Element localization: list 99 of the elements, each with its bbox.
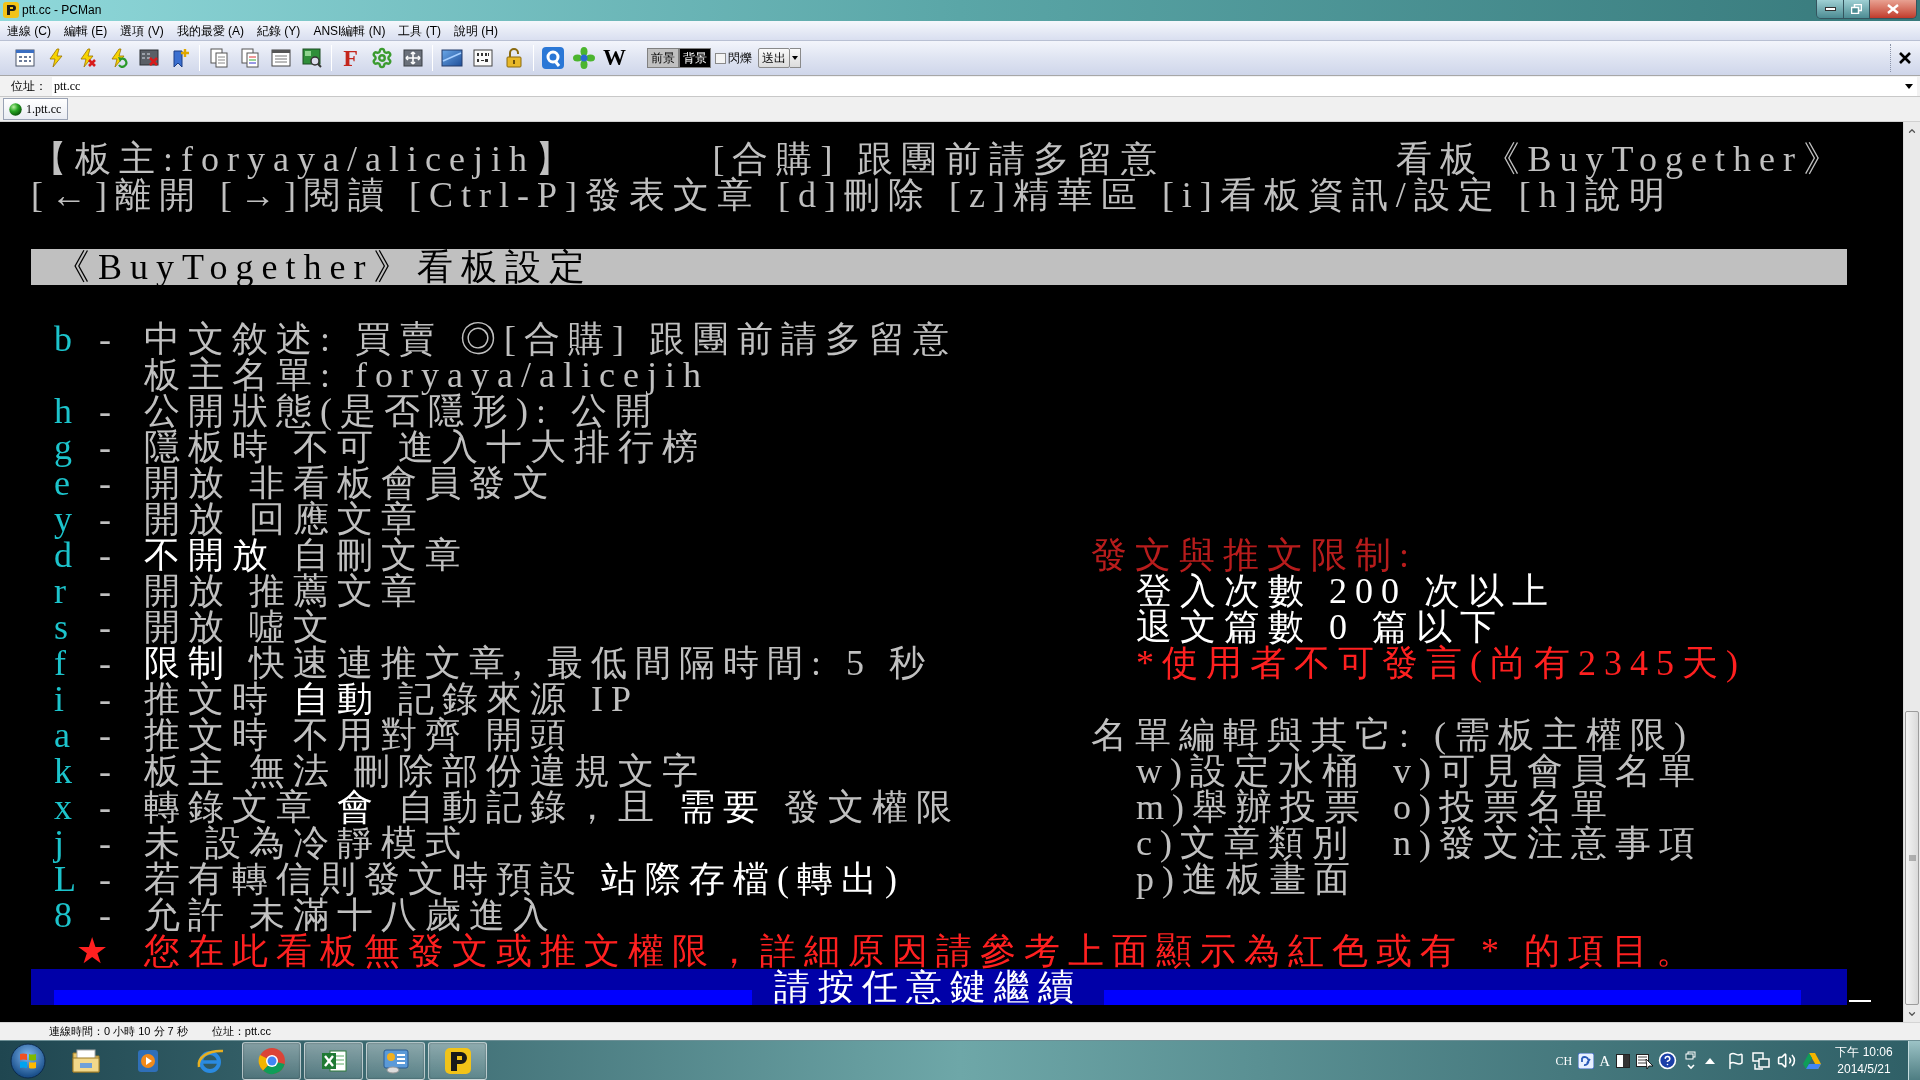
font-button[interactable]: F	[339, 46, 362, 70]
grip-icon	[1908, 855, 1916, 861]
option-text: 開放 推薦文章	[144, 573, 425, 609]
option-text: 未 設為冷靜模式	[144, 825, 469, 861]
blink-label: 閃爍	[728, 51, 752, 65]
speaker-icon[interactable]	[1777, 1051, 1796, 1070]
status-address: 位址：ptt.cc	[211, 1025, 272, 1038]
caret-icon	[792, 56, 798, 60]
option-text: 中文敘述: 買賣 ◎[合購] 跟團前請多留意	[144, 321, 957, 357]
swirl-icon[interactable]	[1578, 1052, 1595, 1069]
option-text: 開放 回應文章	[144, 501, 425, 537]
paste-icon[interactable]	[239, 48, 260, 68]
clock-time[interactable]: 下午 10:06	[1835, 1043, 1893, 1061]
clock-date[interactable]: 2014/5/21	[1837, 1060, 1891, 1078]
window-title: ptt.cc - PCMan	[22, 3, 102, 17]
send-button[interactable]: 送出	[758, 48, 790, 68]
menu-item[interactable]: 連線 (C)	[1, 22, 57, 39]
address-field[interactable]: ptt.cc	[52, 76, 1917, 96]
show-desktop-button[interactable]	[1908, 1041, 1920, 1080]
app-logo-icon	[3, 2, 19, 18]
option-text: 若有轉信則發文時預設 站際存檔(轉出)	[144, 861, 905, 897]
resize-arrows-icon[interactable]	[402, 48, 423, 68]
connection-time: 連線時間：0 小時 10 分 7 秒	[49, 1025, 188, 1038]
symbols-card-icon[interactable]	[472, 48, 493, 68]
start-orb-icon[interactable]	[10, 1042, 46, 1079]
image-search-icon[interactable]	[301, 48, 322, 68]
blink-checkbox[interactable]	[715, 52, 726, 64]
option-text: 開放 噓文	[144, 609, 337, 645]
star-icon: ★	[76, 933, 144, 969]
caret-up-icon[interactable]	[1705, 1057, 1715, 1064]
windows-stack-icon[interactable]	[1685, 1050, 1697, 1071]
prompt-text: 請按任意鍵繼續	[773, 969, 1083, 1005]
window-pane-icon[interactable]	[440, 48, 463, 68]
monitor-x-icon[interactable]	[138, 48, 159, 68]
restore-button[interactable]	[1844, 0, 1870, 18]
menu-item[interactable]: 說明 (H)	[448, 22, 505, 39]
dashboard-icon	[381, 1046, 410, 1075]
permission-notice: 您在此看板無發文或推文權限，詳細原因請參考上面顯示為紅色或有 * 的項目。	[144, 933, 1700, 969]
option-text: 推文時 不用對齊 開頭	[144, 717, 574, 753]
option-text: 板主 無法 刪除部份違規文字	[144, 753, 706, 789]
document-list-icon[interactable]	[270, 48, 291, 68]
half-square-icon[interactable]	[1616, 1053, 1630, 1068]
window-grid-icon[interactable]	[14, 48, 35, 68]
flag-icon[interactable]	[1727, 1051, 1745, 1070]
menu-item[interactable]: 工具 (T)	[392, 22, 448, 39]
address-label: 位址：	[10, 79, 48, 93]
foreground-button[interactable]: 前景	[647, 48, 679, 68]
close-button[interactable]	[1870, 0, 1916, 18]
help-icon[interactable]	[1658, 1051, 1677, 1070]
option-key: 8	[54, 895, 80, 935]
app-logo-icon	[443, 1046, 472, 1075]
scrollbar-thumb[interactable]	[1905, 711, 1919, 1005]
taskbar-app[interactable]	[366, 1041, 425, 1080]
send-dropdown[interactable]	[790, 48, 801, 68]
option-text: 轉錄文章 會 自動記錄，且 需要 發文權限	[144, 789, 960, 825]
text-cursor	[1849, 1000, 1871, 1002]
restore-icon	[1851, 4, 1862, 14]
color-ring-icon	[257, 1046, 286, 1075]
menu-item[interactable]: 編輯 (E)	[58, 22, 114, 39]
input-mode-indicator[interactable]: A	[1599, 1052, 1610, 1069]
menu-item[interactable]: 紀錄 (Y)	[251, 22, 307, 39]
minimize-button[interactable]	[1817, 0, 1844, 18]
option-text: 允許 未滿十八歲進入	[144, 897, 557, 933]
logo-tile-icon[interactable]	[541, 47, 564, 69]
caret-icon[interactable]	[1905, 83, 1913, 89]
option-key: b	[54, 319, 80, 359]
taskbar-app[interactable]	[428, 1041, 487, 1080]
board-name: 看板《BuyTogether》	[1395, 141, 1847, 177]
connection-tab[interactable]: 1.ptt.cc	[3, 98, 69, 120]
taskbar-app[interactable]	[304, 1041, 363, 1080]
section-title: 《BuyTogether》看板設定	[54, 249, 594, 285]
moderator-line: 【板主:foryaya/alicejih】	[31, 141, 579, 177]
background-button[interactable]: 背景	[679, 48, 711, 68]
web-button[interactable]: W	[601, 46, 628, 70]
minimize-icon	[1824, 7, 1836, 11]
gear-icon[interactable]	[370, 47, 393, 69]
language-indicator[interactable]: CH	[1555, 1053, 1573, 1068]
padlock-icon[interactable]	[504, 48, 523, 68]
option-text: 開放 非看板會員發文	[144, 465, 557, 501]
close-icon	[1887, 4, 1899, 14]
board-title: [合購] 跟團前請多留意	[712, 141, 1166, 177]
spreadsheet-icon	[319, 1047, 348, 1074]
option-text: 限制 快速連推文章, 最低間隔時間: 5 秒	[144, 645, 933, 681]
option-dash: -	[99, 319, 119, 359]
option-text: 板主名單: foryaya/alicejih	[144, 357, 709, 393]
network-icon[interactable]	[1751, 1051, 1771, 1070]
close-icon[interactable]	[1899, 52, 1911, 64]
status-ball-icon	[9, 102, 22, 116]
triangle-drive-icon[interactable]	[1802, 1051, 1822, 1070]
copy-icon[interactable]	[208, 48, 229, 68]
folder-icon	[70, 1046, 101, 1075]
menu-item[interactable]: ANSI編輯 (N)	[307, 22, 392, 39]
flower-icon[interactable]	[572, 47, 595, 69]
menu-item[interactable]: 選項 (V)	[114, 22, 170, 39]
option-text: 推文時 自動 記錄來源 IP	[144, 681, 639, 717]
option-text: 不開放 自刪文章	[144, 537, 469, 573]
keyboard-cursor-icon[interactable]	[1636, 1052, 1654, 1069]
option-key: h	[54, 391, 80, 431]
menu-item[interactable]: 我的最愛 (A)	[170, 22, 251, 39]
